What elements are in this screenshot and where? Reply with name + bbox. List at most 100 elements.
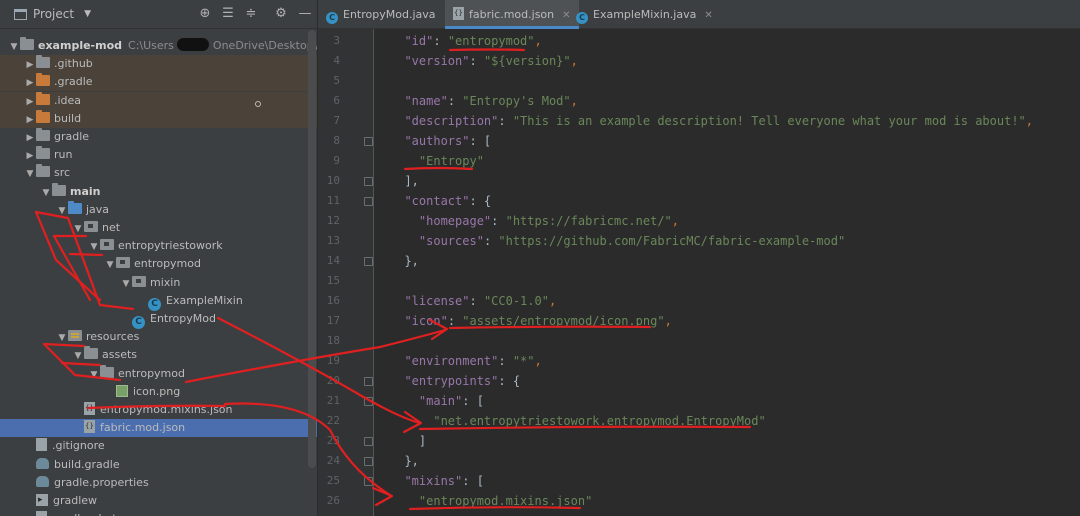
fold-marker-icon[interactable] — [364, 197, 373, 206]
fold-marker-icon[interactable] — [364, 177, 373, 186]
code-line: "entrypoints": { — [404, 374, 521, 388]
tree-item-label: entropytriestowork — [118, 239, 223, 253]
chevron-down-icon[interactable]: ▼ — [56, 329, 68, 347]
tree-item-label: .gitignore — [52, 439, 105, 453]
package-icon — [84, 221, 98, 232]
fold-marker-icon[interactable] — [364, 137, 373, 146]
fold-marker-icon[interactable] — [364, 457, 373, 466]
tree-item[interactable]: ▶ gradle — [0, 128, 317, 146]
class-icon: C — [576, 12, 588, 24]
hide-panel-icon[interactable]: — — [297, 6, 313, 22]
chevron-down-icon[interactable]: ▼ — [56, 202, 68, 220]
tree-item[interactable]: ▼ resources — [0, 328, 317, 346]
code-line: "mixins": [ — [404, 474, 484, 488]
code-line: "name": "Entropy's Mod", — [404, 94, 578, 108]
tree-item-label: icon.png — [133, 384, 181, 398]
tree-item[interactable]: ▶ .gradle — [0, 73, 317, 92]
tree-item[interactable]: gradle.properties — [0, 474, 317, 492]
chevron-right-icon[interactable]: ▶ — [24, 147, 36, 165]
collapse-all-icon[interactable]: ≑ — [243, 6, 259, 22]
tree-item[interactable]: gradlew — [0, 491, 317, 510]
chevron-down-icon[interactable]: ▼ — [120, 275, 132, 293]
line-number: 17 — [326, 314, 340, 327]
line-number: 12 — [326, 214, 340, 227]
project-view-selector[interactable]: Project ▼ — [14, 7, 91, 21]
tree-item[interactable]: icon.png — [0, 383, 317, 401]
tree-item-label: .github — [54, 57, 93, 71]
tree-item[interactable]: .gitignore — [0, 437, 317, 455]
tree-item-label: ExampleMixin — [166, 293, 243, 307]
tree-item-label: build.gradle — [54, 457, 120, 471]
fold-marker-icon[interactable] — [364, 397, 373, 406]
chevron-down-icon[interactable]: ▼ — [72, 347, 84, 365]
line-number: 14 — [326, 254, 340, 267]
close-icon[interactable]: ✕ — [704, 10, 712, 21]
tree-item[interactable]: C ExampleMixin — [0, 292, 317, 311]
tree-item[interactable]: ▼ main — [0, 182, 317, 202]
tree-item[interactable]: gradlew.bat — [0, 510, 317, 516]
tree-item-label: gradle — [54, 130, 90, 143]
tree-item-label: assets — [102, 348, 138, 362]
tree-item[interactable]: ▶ build — [0, 109, 317, 129]
fold-marker-icon[interactable] — [364, 437, 373, 446]
chevron-down-icon[interactable]: ▼ — [40, 184, 52, 202]
expand-all-icon[interactable]: ☰ — [220, 6, 236, 22]
chevron-down-icon[interactable]: ▼ — [24, 165, 36, 183]
tree-item[interactable]: fabric.mod.json — [0, 419, 317, 438]
folder-icon — [36, 164, 50, 178]
tree-item[interactable]: build.gradle — [0, 456, 317, 474]
tree-item-label: entropymod.mixins.json — [100, 403, 233, 416]
chevron-down-icon[interactable]: ▼ — [8, 38, 20, 56]
package-icon — [132, 275, 146, 287]
class-icon: C — [132, 316, 145, 329]
project-title: Project — [33, 7, 75, 21]
chevron-down-icon[interactable]: ▼ — [72, 220, 84, 238]
locate-file-icon[interactable]: ⊕ — [197, 6, 213, 22]
code-line: "id": "entropymod", — [404, 34, 542, 48]
tab-fabric-mod-json[interactable]: fabric.mod.json✕ — [445, 0, 579, 29]
code-line: "authors": [ — [404, 134, 492, 148]
code-line: "icon": "assets/entropymod/icon.png", — [404, 314, 672, 328]
chevron-right-icon[interactable]: ▶ — [24, 74, 36, 92]
chevron-down-icon[interactable]: ▼ — [88, 238, 100, 256]
line-number: 11 — [326, 194, 340, 207]
chevron-down-icon[interactable]: ▼ — [104, 256, 116, 274]
code-line: "net.entropytriestowork.entropymod.Entro… — [433, 414, 766, 428]
tree-item[interactable]: ▼ assets — [0, 346, 317, 364]
line-number: 24 — [326, 454, 340, 467]
tab-examplemixin-java[interactable]: C ExampleMixin.java ✕ — [568, 0, 721, 29]
chevron-down-icon[interactable]: ▼ — [88, 366, 100, 384]
chevron-right-icon[interactable]: ▶ — [24, 111, 36, 129]
tree-item[interactable]: ▶ .github — [0, 55, 317, 74]
chevron-right-icon[interactable]: ▶ — [24, 56, 36, 74]
project-toolbar: Project ▼ ⊕ ☰ ≑ ⚙ — — [0, 0, 317, 29]
tree-item[interactable]: ▼ entropymod — [0, 364, 317, 384]
tree-item[interactable]: ▶ .idea — [0, 91, 317, 111]
tree-item[interactable]: ▼ entropytriestowork — [0, 237, 317, 255]
image-icon — [116, 384, 128, 397]
tab-entropymod-java[interactable]: CEntropyMod.java✕ — [318, 0, 460, 29]
fold-marker-icon[interactable] — [364, 377, 373, 386]
project-panel: Project ▼ ⊕ ☰ ≑ ⚙ — ▼ example-mod C:\Users… — [0, 0, 317, 516]
code-line: "main": [ — [418, 394, 484, 408]
fold-marker-icon[interactable] — [364, 477, 373, 486]
tree-item[interactable]: ▼ entropymod — [0, 255, 317, 273]
project-scrollbar[interactable] — [308, 30, 316, 468]
tree-item[interactable]: entropymod.mixins.json — [0, 401, 317, 419]
line-number: 25 — [326, 474, 340, 487]
chevron-right-icon[interactable]: ▶ — [24, 93, 36, 111]
tree-item[interactable]: ▼ java — [0, 200, 317, 220]
tree-item[interactable]: ▼ src — [0, 164, 317, 182]
tree-item[interactable]: ▼ net — [0, 219, 317, 237]
tree-item[interactable]: ▼ example-mod C:\Users OneDrive\Desktop\De… — [0, 37, 317, 55]
tree-item[interactable]: ▼ mixin — [0, 274, 317, 292]
line-number: 10 — [326, 174, 340, 187]
line-number: 13 — [326, 234, 340, 247]
tree-item-label: gradle.properties — [54, 475, 149, 489]
chevron-right-icon[interactable]: ▶ — [24, 129, 36, 147]
fold-marker-icon[interactable] — [364, 257, 373, 266]
tree-item[interactable]: ▶ run — [0, 146, 317, 164]
tree-item[interactable]: C EntropyMod — [0, 310, 317, 329]
gear-icon[interactable]: ⚙ — [273, 6, 289, 22]
excluded-folder-icon — [36, 73, 50, 87]
